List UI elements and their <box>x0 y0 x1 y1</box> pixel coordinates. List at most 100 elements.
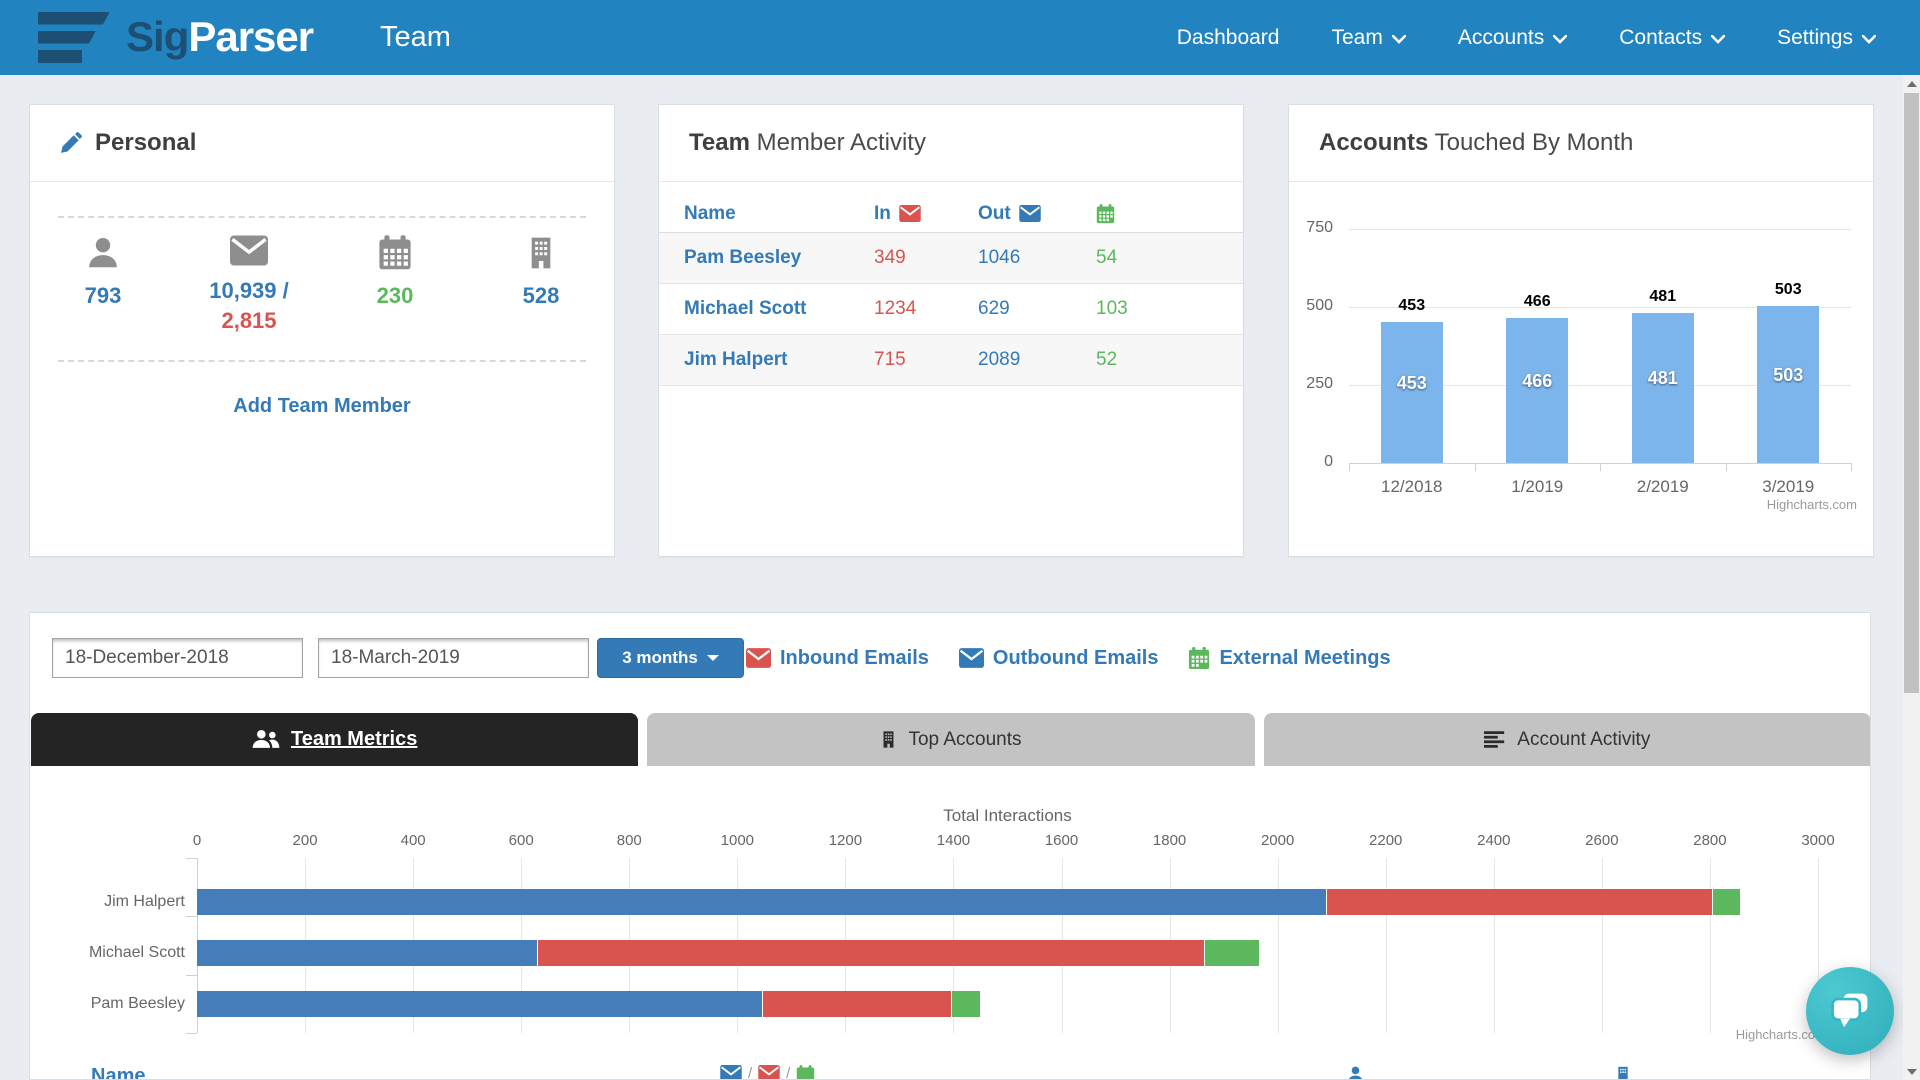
envelope-icon <box>746 648 771 668</box>
chevron-down-icon <box>1862 35 1876 44</box>
page-title: Team <box>380 21 451 54</box>
x-axis-tick-label: 2600 <box>1557 832 1647 849</box>
y-axis-category-label: Jim Halpert <box>30 893 185 911</box>
envelope-icon <box>1019 205 1041 222</box>
stacked-bar-segment <box>1326 889 1712 915</box>
x-axis-category-label: 12/2018 <box>1357 477 1467 497</box>
add-team-member-link[interactable]: Add Team Member <box>30 395 614 418</box>
stacked-bar-segment <box>197 889 1326 915</box>
x-axis-tick-label: 1600 <box>1017 832 1107 849</box>
accounts-card-header: Accounts Touched By Month <box>1289 105 1873 182</box>
nav-item-accounts[interactable]: Accounts <box>1458 26 1567 50</box>
brand-parser: Parser <box>188 13 313 60</box>
scrollbar-thumb[interactable] <box>1904 93 1919 693</box>
meetings-count: 103 <box>1096 298 1243 320</box>
member-name-link[interactable]: Michael Scott <box>684 298 874 320</box>
building-icon <box>525 235 557 271</box>
chevron-down-icon <box>1553 35 1567 44</box>
nav-item-settings[interactable]: Settings <box>1777 26 1876 50</box>
nav-item-label: Settings <box>1777 26 1853 50</box>
envelope-icon <box>720 1065 742 1080</box>
stat-emails: 10,939 / 2,815 <box>176 235 322 334</box>
tab-account-activity[interactable]: Account Activity <box>1264 713 1871 766</box>
axis-tick <box>186 975 197 976</box>
nav-links: Dashboard Team Accounts Contacts Setting… <box>1177 0 1876 75</box>
scrollbar-up-arrow[interactable] <box>1903 75 1920 92</box>
envelope-icon <box>758 1065 780 1080</box>
start-date-input[interactable] <box>52 638 303 678</box>
y-axis-category-label: Michael Scott <box>30 944 185 962</box>
x-axis-tick-label: 2800 <box>1665 832 1755 849</box>
accounts-card-title: Accounts Touched By Month <box>1319 129 1633 157</box>
title-rest: Touched By Month <box>1428 129 1633 156</box>
team-activity-table: Name In Out Pam Beesley 349 1046 54 Mich… <box>659 195 1243 386</box>
x-axis-tick-label: 2200 <box>1341 832 1431 849</box>
calendar-icon <box>796 1065 815 1080</box>
tab-label: Team Metrics <box>291 728 417 751</box>
nav-item-dashboard[interactable]: Dashboard <box>1177 26 1280 50</box>
gridline <box>1710 858 1711 1033</box>
axis-tick <box>1349 463 1350 471</box>
tab-label: Account Activity <box>1517 729 1650 751</box>
user-icon <box>1346 1065 1365 1080</box>
users-icon <box>252 729 280 750</box>
stat-accounts-value: 528 <box>468 283 614 309</box>
column-header-in: In <box>874 203 978 225</box>
personal-title-text: Personal <box>95 129 196 156</box>
x-axis-tick-label: 1000 <box>692 832 782 849</box>
scrollbar-down-arrow[interactable] <box>1903 1063 1920 1080</box>
table-row: Michael Scott 1234 629 103 <box>659 284 1243 335</box>
divider <box>58 360 586 362</box>
column-header-name: Name <box>91 1065 145 1080</box>
team-activity-card: Team Member Activity Name In Out Pam Bee… <box>658 104 1244 557</box>
title-bold: Accounts <box>1319 129 1428 156</box>
member-name-link[interactable]: Jim Halpert <box>684 349 874 371</box>
end-date-input[interactable] <box>318 638 589 678</box>
pencil-icon[interactable] <box>60 132 82 154</box>
chevron-down-icon <box>1711 35 1725 44</box>
stat-meetings-value: 230 <box>322 283 468 309</box>
nav-item-label: Team <box>1331 26 1382 50</box>
nav-item-contacts[interactable]: Contacts <box>1619 26 1725 50</box>
tab-team-metrics[interactable]: Team Metrics <box>31 713 638 766</box>
column-header-activity-icons: / / <box>720 1065 815 1080</box>
legend-label: Inbound Emails <box>780 647 929 670</box>
bar-value-label: 481 <box>1618 288 1708 306</box>
stat-accounts: 528 <box>468 235 614 334</box>
chat-widget-button[interactable] <box>1806 967 1894 1055</box>
tab-top-accounts[interactable]: Top Accounts <box>647 713 1254 766</box>
y-axis-category-label: Pam Beesley <box>30 995 185 1013</box>
range-dropdown-button[interactable]: 3 months <box>597 638 744 678</box>
stacked-bar-segment <box>951 991 980 1017</box>
building-icon <box>1615 1065 1631 1080</box>
out-count: 1046 <box>978 247 1096 269</box>
axis-tick <box>1600 463 1601 471</box>
x-axis-tick-label: 400 <box>368 832 458 849</box>
nav-item-team[interactable]: Team <box>1331 26 1405 50</box>
nav-item-label: Dashboard <box>1177 26 1280 50</box>
x-axis-category-label: 2/2019 <box>1608 477 1718 497</box>
personal-stats: 793 10,939 / 2,815 230 528 <box>30 235 614 334</box>
brand-text: SigParser <box>126 16 313 58</box>
caret-down-icon <box>707 655 719 661</box>
vertical-scrollbar[interactable] <box>1903 75 1920 1080</box>
legend-external-meetings[interactable]: External Meetings <box>1188 647 1390 670</box>
column-header-name: Name <box>684 203 874 225</box>
title-rest: Member Activity <box>750 129 926 156</box>
legend-inbound-emails[interactable]: Inbound Emails <box>746 647 929 670</box>
x-axis-tick-label: 1200 <box>800 832 890 849</box>
stacked-bar-segment <box>1712 889 1740 915</box>
x-axis-category-label: 3/2019 <box>1733 477 1843 497</box>
table-row: Pam Beesley 349 1046 54 <box>659 233 1243 284</box>
legend-outbound-emails[interactable]: Outbound Emails <box>959 647 1159 670</box>
member-name-link[interactable]: Pam Beesley <box>684 247 874 269</box>
brand-logo[interactable]: SigParser <box>38 10 313 64</box>
stacked-bar-segment <box>537 940 1204 966</box>
x-axis-tick-label: 1400 <box>908 832 998 849</box>
bar-inner-label: 481 <box>1618 368 1708 389</box>
stacked-bar-segment <box>197 940 537 966</box>
y-axis-tick-label: 250 <box>1289 375 1333 393</box>
envelope-icon <box>230 235 268 266</box>
stat-emails-in-value: 10,939 / <box>176 278 322 304</box>
axis-tick <box>1726 463 1727 471</box>
